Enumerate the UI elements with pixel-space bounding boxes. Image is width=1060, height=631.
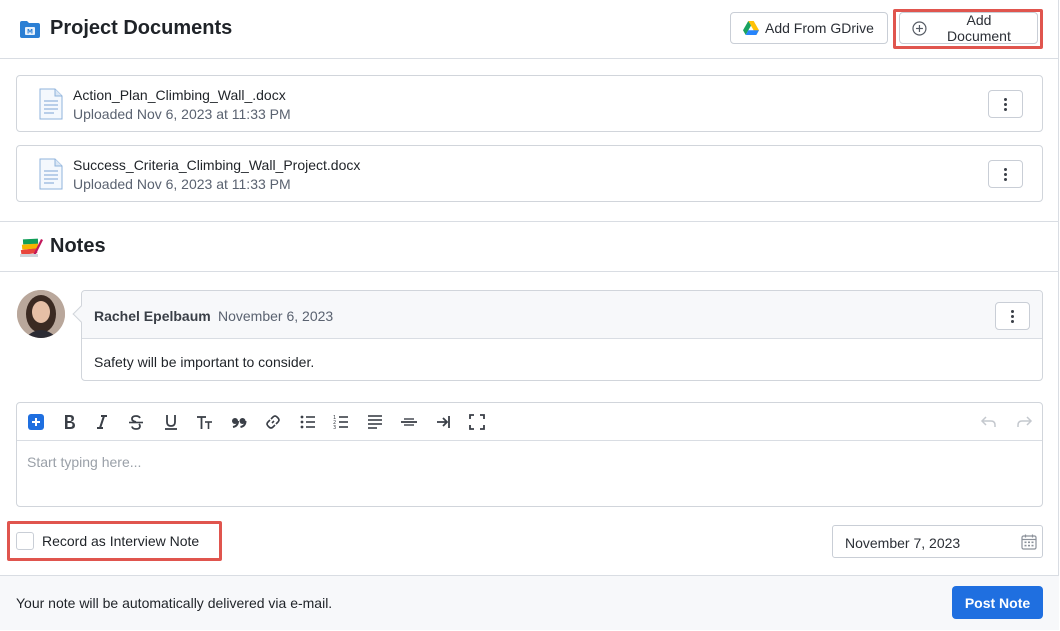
record-interview-highlight [7, 521, 222, 561]
align-button[interactable] [364, 411, 386, 433]
numbered-list-button[interactable]: 123 [330, 411, 352, 433]
indent-button[interactable] [432, 411, 454, 433]
dot-icon [1004, 102, 1007, 106]
bullet-list-icon [300, 415, 315, 429]
delivery-notice: Your note will be automatically delivere… [16, 595, 333, 611]
documents-title: Project Documents [50, 17, 233, 39]
bold-icon [65, 415, 75, 429]
redo-button[interactable] [1013, 411, 1035, 433]
file-card[interactable]: Action_Plan_Climbing_Wall_.docx Uploaded… [16, 75, 1043, 132]
dot-icon [1011, 309, 1014, 313]
underline-icon [165, 415, 177, 430]
section-divider [0, 221, 1059, 222]
file-options-button[interactable] [988, 90, 1023, 118]
editor-toolbar: 123 [17, 403, 1042, 441]
underline-button[interactable] [160, 411, 182, 433]
add-document-highlight [893, 9, 1043, 49]
file-name[interactable]: Action_Plan_Climbing_Wall_.docx [73, 87, 286, 103]
fullscreen-icon [469, 414, 485, 430]
horizontal-rule-button[interactable] [398, 411, 420, 433]
link-icon [266, 415, 280, 429]
document-file-icon [39, 88, 63, 120]
blockquote-button[interactable] [228, 411, 250, 433]
add-from-gdrive-label: Add From GDrive [765, 20, 874, 36]
notes-title: Notes [50, 235, 106, 257]
add-block-button[interactable] [25, 411, 47, 433]
file-card[interactable]: Success_Criteria_Climbing_Wall_Project.d… [16, 145, 1043, 202]
user-avatar-icon [17, 290, 65, 338]
google-drive-icon [743, 21, 759, 35]
strikethrough-icon [129, 415, 143, 430]
add-from-gdrive-button[interactable]: Add From GDrive [730, 12, 888, 44]
dot-icon [1011, 314, 1014, 318]
folder-icon: M [20, 21, 40, 38]
undo-icon [980, 416, 996, 427]
file-upload-date: Uploaded Nov 6, 2023 at 11:33 PM [73, 106, 291, 122]
italic-icon [97, 415, 107, 429]
note-author: Rachel Epelbaum [94, 308, 211, 324]
text-size-button[interactable] [194, 411, 216, 433]
file-options-button[interactable] [988, 160, 1023, 188]
note-text-input[interactable] [17, 442, 1042, 506]
redo-icon [1017, 416, 1033, 427]
section-divider [0, 271, 1059, 272]
dot-icon [1004, 97, 1007, 101]
fullscreen-button[interactable] [466, 411, 488, 433]
strikethrough-button[interactable] [125, 411, 147, 433]
file-name[interactable]: Success_Criteria_Climbing_Wall_Project.d… [73, 157, 360, 173]
dot-icon [1004, 177, 1007, 181]
dot-icon [1004, 167, 1007, 171]
dot-icon [1004, 107, 1007, 111]
undo-button[interactable] [978, 411, 1000, 433]
project-panel: M Project Documents Add From GDrive Add … [0, 0, 1059, 630]
note-footer: Your note will be automatically delivere… [0, 575, 1059, 630]
text-size-icon [197, 416, 212, 429]
bullet-list-button[interactable] [297, 411, 319, 433]
plus-square-icon [28, 414, 44, 430]
note-card: Rachel Epelbaum November 6, 2023 Safety … [72, 290, 1043, 381]
note-date-picker[interactable]: November 7, 2023 [832, 525, 1043, 558]
document-file-icon [39, 158, 63, 190]
svg-text:3: 3 [333, 425, 336, 431]
numbered-list-icon: 123 [333, 415, 348, 431]
link-button[interactable] [262, 411, 284, 433]
calendar-icon[interactable] [1021, 534, 1037, 550]
dot-icon [1004, 172, 1007, 176]
note-options-button[interactable] [995, 302, 1030, 330]
italic-button[interactable] [91, 411, 113, 433]
align-left-icon [368, 415, 382, 429]
note-editor: 123 [16, 402, 1043, 507]
note-date: November 6, 2023 [218, 308, 334, 324]
horizontal-rule-icon [401, 418, 417, 426]
note-header: Rachel Epelbaum November 6, 2023 [82, 291, 1042, 339]
svg-text:M: M [27, 29, 33, 36]
dot-icon [1011, 319, 1014, 323]
indent-icon [437, 416, 450, 428]
note-body: Safety will be important to consider. [94, 354, 315, 370]
post-note-button[interactable]: Post Note [952, 586, 1043, 619]
bold-button[interactable] [58, 411, 80, 433]
note-date-value: November 7, 2023 [845, 535, 961, 551]
notes-icon [20, 238, 43, 257]
avatar [17, 290, 65, 338]
quote-icon [232, 418, 247, 428]
file-upload-date: Uploaded Nov 6, 2023 at 11:33 PM [73, 176, 291, 192]
